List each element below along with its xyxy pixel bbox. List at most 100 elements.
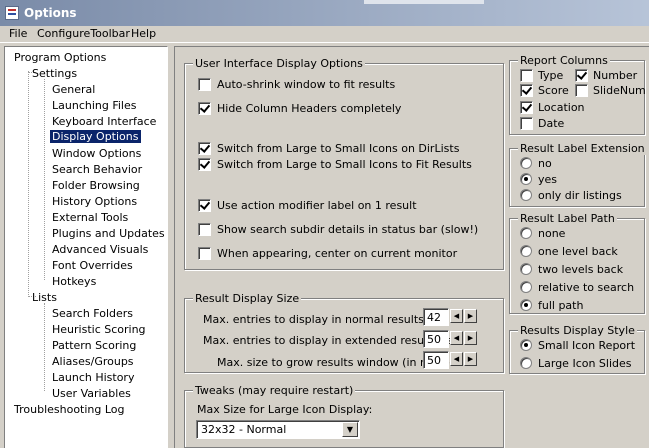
extension-yes-radio[interactable] xyxy=(520,173,532,185)
options-content: User Interface Display Options Auto-shri… xyxy=(174,46,649,448)
normal-entries-input[interactable]: 42 xyxy=(423,308,449,326)
center-monitor-label: When appearing, center on current monito… xyxy=(217,247,458,260)
options-tree: Program Options Settings General Launchi… xyxy=(4,46,168,448)
extended-entries-increment[interactable]: ▶ xyxy=(464,331,477,345)
column-number-checkbox[interactable] xyxy=(575,69,588,82)
path-none-radio[interactable] xyxy=(520,227,532,239)
tree-settings[interactable]: Settings xyxy=(32,67,77,80)
tree-search-behavior[interactable]: Search Behavior xyxy=(52,163,142,176)
normal-entries-decrement[interactable]: ◀ xyxy=(450,309,463,323)
extension-dir-listings-label: only dir listings xyxy=(538,189,622,202)
menu-bar: File ConfigureToolbar Help xyxy=(0,26,649,42)
tree-hotkeys[interactable]: Hotkeys xyxy=(52,275,96,288)
grow-rows-decrement[interactable]: ◀ xyxy=(450,352,463,366)
column-location-label: Location xyxy=(538,101,585,114)
tree-display-options[interactable]: Display Options xyxy=(50,130,141,143)
tree-lists[interactable]: Lists xyxy=(32,291,57,304)
label-extension-title: Result Label Extension xyxy=(518,142,647,155)
tree-advanced-visuals[interactable]: Advanced Visuals xyxy=(52,243,148,256)
tree-root[interactable]: Program Options xyxy=(14,51,106,64)
small-icons-dirlists-checkbox[interactable] xyxy=(198,142,211,155)
subdir-details-checkbox[interactable] xyxy=(198,223,211,236)
hide-column-headers-checkbox[interactable] xyxy=(198,102,211,115)
window-title: Options xyxy=(24,6,77,20)
extension-no-label: no xyxy=(538,157,552,170)
style-small-icon-label: Small Icon Report xyxy=(538,339,636,352)
extension-yes-label: yes xyxy=(538,173,558,186)
column-score-checkbox[interactable] xyxy=(520,84,533,97)
extended-entries-decrement[interactable]: ◀ xyxy=(450,331,463,345)
path-two-levels-radio[interactable] xyxy=(520,263,532,275)
tree-keyboard-interface[interactable]: Keyboard Interface xyxy=(52,115,156,128)
tree-font-overrides[interactable]: Font Overrides xyxy=(52,259,133,272)
report-columns-title: Report Columns xyxy=(518,54,610,67)
tree-window-options[interactable]: Window Options xyxy=(52,147,141,160)
path-one-level-radio[interactable] xyxy=(520,245,532,257)
normal-entries-label: Max. entries to display in normal result… xyxy=(203,313,448,326)
extension-dir-listings-radio[interactable] xyxy=(520,189,532,201)
tweaks-title: Tweaks (may require restart) xyxy=(193,384,356,397)
tree-heuristic-scoring[interactable]: Heuristic Scoring xyxy=(52,323,146,336)
large-icon-size-value: 32x32 - Normal xyxy=(201,423,287,436)
column-type-checkbox[interactable] xyxy=(520,69,533,82)
display-style-title: Results Display Style xyxy=(518,324,637,337)
style-large-icon-label: Large Icon Slides xyxy=(538,357,632,370)
column-score-label: Score xyxy=(538,84,569,97)
path-one-level-label: one level back xyxy=(538,245,618,258)
small-icons-fit-checkbox[interactable] xyxy=(198,158,211,171)
menu-help[interactable]: Help xyxy=(131,27,156,40)
extended-entries-input[interactable]: 50 xyxy=(423,330,449,348)
tree-history-options[interactable]: History Options xyxy=(52,195,137,208)
action-modifier-label: Use action modifier label on 1 result xyxy=(217,199,417,212)
column-date-label: Date xyxy=(538,117,565,130)
report-columns-group: Report Columns Type Number Score SlideNu… xyxy=(509,54,646,135)
tree-general[interactable]: General xyxy=(52,83,95,96)
auto-shrink-checkbox[interactable] xyxy=(198,78,211,91)
ui-display-title: User Interface Display Options xyxy=(193,57,365,70)
column-date-checkbox[interactable] xyxy=(520,117,533,130)
tree-external-tools[interactable]: External Tools xyxy=(52,211,128,224)
tree-launch-history[interactable]: Launch History xyxy=(52,371,134,384)
column-type-label: Type xyxy=(538,69,564,82)
tweaks-group: Tweaks (may require restart) Max Size fo… xyxy=(184,384,504,448)
large-icon-size-select[interactable]: 32x32 - Normal ▼ xyxy=(196,420,360,439)
options-app-icon xyxy=(5,6,19,20)
tree-pattern-scoring[interactable]: Pattern Scoring xyxy=(52,339,136,352)
tree-troubleshooting-log[interactable]: Troubleshooting Log xyxy=(14,403,125,416)
auto-shrink-label: Auto-shrink window to fit results xyxy=(217,78,396,91)
display-style-group: Results Display Style Small Icon Report … xyxy=(509,324,645,374)
result-size-title: Result Display Size xyxy=(193,292,302,305)
normal-entries-increment[interactable]: ▶ xyxy=(464,309,477,323)
menu-configure-toolbar[interactable]: ConfigureToolbar xyxy=(37,27,130,40)
path-full-label: full path xyxy=(538,299,584,312)
label-path-title: Result Label Path xyxy=(518,212,617,225)
label-path-group: Result Label Path none one level back tw… xyxy=(509,212,645,314)
grow-rows-increment[interactable]: ▶ xyxy=(464,352,477,366)
tree-user-variables[interactable]: User Variables xyxy=(52,387,131,400)
path-relative-radio[interactable] xyxy=(520,281,532,293)
center-monitor-checkbox[interactable] xyxy=(198,247,211,260)
extension-no-radio[interactable] xyxy=(520,157,532,169)
tree-aliases-groups[interactable]: Aliases/Groups xyxy=(52,355,134,368)
tree-line-settings-children xyxy=(44,79,45,280)
path-relative-label: relative to search xyxy=(538,281,635,294)
style-small-icon-radio[interactable] xyxy=(520,339,532,351)
tree-line-lists-children xyxy=(44,303,45,391)
tree-folder-browsing[interactable]: Folder Browsing xyxy=(52,179,140,192)
tree-launching-files[interactable]: Launching Files xyxy=(52,99,136,112)
style-large-icon-radio[interactable] xyxy=(520,357,532,369)
background-window-strip xyxy=(364,0,484,4)
chevron-down-icon[interactable]: ▼ xyxy=(342,422,358,437)
grow-rows-input[interactable]: 50 xyxy=(423,351,449,369)
menu-file[interactable]: File xyxy=(9,27,27,40)
tree-plugins-updates[interactable]: Plugins and Updates xyxy=(52,227,165,240)
action-modifier-checkbox[interactable] xyxy=(198,199,211,212)
column-location-checkbox[interactable] xyxy=(520,101,533,114)
path-full-radio[interactable] xyxy=(520,299,532,311)
menu-divider xyxy=(0,42,649,43)
column-slidenum-checkbox[interactable] xyxy=(575,84,588,97)
large-icon-size-label: Max Size for Large Icon Display: xyxy=(197,403,373,416)
column-number-label: Number xyxy=(593,69,638,82)
tree-search-folders[interactable]: Search Folders xyxy=(52,307,133,320)
subdir-details-label: Show search subdir details in status bar… xyxy=(217,223,479,236)
